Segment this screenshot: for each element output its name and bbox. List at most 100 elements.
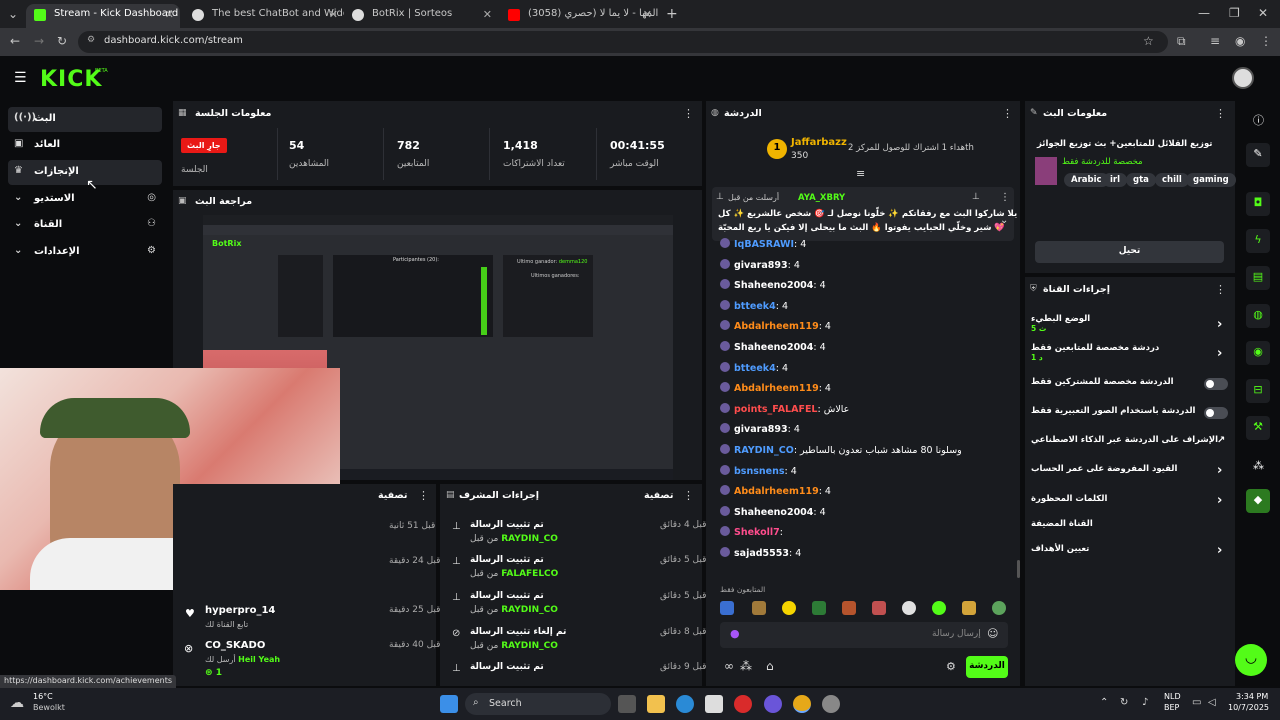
stream-category[interactable]: مخصصة للدردشة فقط: [1062, 157, 1143, 167]
chat-username[interactable]: Shekoll7: [734, 527, 780, 538]
store-icon[interactable]: ⌂: [766, 659, 774, 673]
channel-action-row[interactable]: تعيين الأهداف ›: [1031, 543, 1227, 558]
channel-actions-menu-icon[interactable]: ⋮: [1215, 283, 1226, 296]
tag-irl[interactable]: irl: [1103, 173, 1128, 187]
channel-action-row[interactable]: الكلمات المحظورة ›: [1031, 493, 1227, 508]
weather-icon[interactable]: ☁: [10, 695, 24, 711]
chevron-right-icon[interactable]: ›: [1217, 346, 1222, 361]
tab-search-icon[interactable]: ⌄: [8, 7, 18, 21]
network-icon[interactable]: ▭: [1192, 697, 1201, 708]
mod-user[interactable]: RAYDIN_CO: [501, 534, 558, 544]
back-icon[interactable]: ←: [10, 34, 20, 48]
chat-send-button[interactable]: الدردشة: [966, 656, 1008, 678]
emote-8[interactable]: [932, 601, 946, 615]
toggle-switch[interactable]: [1204, 378, 1228, 390]
chevron-right-icon[interactable]: ›: [1217, 543, 1222, 558]
category-thumbnail[interactable]: [1035, 157, 1057, 185]
lightning-icon[interactable]: ϟ: [1246, 229, 1270, 253]
emote-4[interactable]: [812, 601, 826, 615]
edge-icon[interactable]: [676, 695, 694, 713]
tag-gta[interactable]: gta: [1126, 173, 1156, 187]
camera-icon[interactable]: ◘: [1246, 192, 1270, 216]
chrome-icon[interactable]: [793, 695, 811, 713]
chat-username[interactable]: Shaheeno2004: [734, 507, 813, 518]
chat-username[interactable]: bsnsnens: [734, 466, 785, 477]
chevron-right-icon[interactable]: ›: [1217, 463, 1222, 478]
sidebar-item-revenue[interactable]: ▣ العائد: [8, 133, 162, 158]
microphone-tray-icon[interactable]: ♪: [1142, 697, 1148, 708]
obs-icon[interactable]: [822, 695, 840, 713]
mod-user[interactable]: FALAFELCO: [501, 569, 558, 579]
chat-username[interactable]: points_FALAFEL: [734, 404, 817, 415]
collapse-goal-icon[interactable]: ≡: [856, 167, 865, 180]
chat-input[interactable]: ● إرسال رسالة ☺: [720, 622, 1008, 648]
stream-info-menu-icon[interactable]: ⋮: [1215, 107, 1226, 120]
forward-icon[interactable]: →: [34, 34, 44, 48]
chat-icon[interactable]: ◍: [1246, 304, 1270, 328]
windows-start-icon[interactable]: [440, 695, 458, 713]
file-explorer-icon[interactable]: [647, 695, 665, 713]
store-app-icon[interactable]: [705, 695, 723, 713]
profile-icon[interactable]: ◉: [1235, 34, 1245, 48]
mod-user[interactable]: RAYDIN_CO: [501, 641, 558, 651]
close-tab-icon[interactable]: ✕: [643, 8, 652, 21]
chevron-down-icon[interactable]: ⌄: [1000, 215, 1008, 226]
chevron-right-icon[interactable]: ›: [1217, 493, 1222, 508]
edit-stream-button[interactable]: تحيل: [1035, 241, 1224, 263]
activity-user[interactable]: hyperpro_14: [205, 605, 275, 616]
external-link-icon[interactable]: ↗: [1217, 435, 1225, 446]
more-tools-icon[interactable]: ⁂: [1253, 459, 1264, 472]
reload-icon[interactable]: ↻: [57, 34, 67, 48]
pin-action-icon[interactable]: ⊥: [972, 192, 980, 202]
chat-username[interactable]: Abdalrheem119: [734, 383, 819, 394]
bits-icon[interactable]: ⁂: [740, 659, 752, 673]
tab-youtube[interactable]: (3058) المها - لا يما لا (حصري ✕: [500, 4, 658, 28]
channel-action-row[interactable]: الدردشة مخصصة للمشتركين فقط: [1031, 377, 1228, 390]
chat-username[interactable]: givara893: [734, 260, 788, 271]
chat-username[interactable]: btteek4: [734, 301, 776, 312]
emote-1[interactable]: [720, 601, 734, 615]
emote-3[interactable]: [782, 601, 796, 615]
clock-time[interactable]: 3:34 PM: [1236, 692, 1268, 701]
site-info-icon[interactable]: ⚙: [87, 35, 95, 45]
browser-menu-icon[interactable]: ⋮: [1260, 34, 1272, 48]
channel-action-row[interactable]: القيود المفروضة على عمر الحساب ›: [1031, 463, 1227, 478]
activity-user[interactable]: CO_SKADO: [205, 640, 265, 651]
chevron-right-icon[interactable]: ›: [1217, 317, 1222, 332]
microphone-icon[interactable]: ●: [730, 627, 740, 640]
minimize-icon[interactable]: —: [1198, 6, 1210, 20]
wrench-icon[interactable]: ⚒: [1246, 416, 1270, 440]
sidebar-item-channel[interactable]: ⌄ القناة ⚇: [8, 213, 162, 238]
tab-kick-dashboard[interactable]: Stream - Kick Dashboard ✕: [26, 4, 180, 28]
chat-username[interactable]: Abdalrheem119: [734, 486, 819, 497]
emote-5[interactable]: [842, 601, 856, 615]
tab-botrix-sorteos[interactable]: BotRix | Sorteos ✕: [344, 4, 498, 28]
user-avatar[interactable]: [1232, 67, 1254, 89]
sidebar-item-stream[interactable]: ((·)) البث: [8, 107, 162, 132]
chat-username[interactable]: btteek4: [734, 363, 776, 374]
toggle-switch[interactable]: [1204, 407, 1228, 419]
restore-icon[interactable]: ❐: [1229, 6, 1240, 20]
support-headset-icon[interactable]: ◡: [1235, 644, 1267, 676]
layout-icon[interactable]: ⊟: [1246, 379, 1270, 403]
sidebar-item-achievements[interactable]: ♛ الإنجازات: [8, 160, 162, 185]
activity-menu-icon[interactable]: ⋮: [418, 489, 429, 502]
channel-action-row[interactable]: الإشراف على الدردشة عبر الذكاء الاصطناعي…: [1031, 435, 1227, 446]
emote-2[interactable]: [752, 601, 766, 615]
link-icon[interactable]: ∞: [724, 659, 734, 673]
clock-date[interactable]: 10/7/2025: [1228, 703, 1269, 712]
chat-menu-icon[interactable]: ⋮: [1002, 107, 1013, 120]
broadcast-icon[interactable]: ◉: [1246, 341, 1270, 365]
hamburger-menu-icon[interactable]: ☰: [14, 70, 27, 86]
chat-username[interactable]: IqBASRAWI: [734, 239, 794, 250]
note-icon[interactable]: ▤: [1246, 266, 1270, 290]
emoji-icon[interactable]: ☺: [987, 627, 998, 640]
mod-user[interactable]: RAYDIN_CO: [501, 605, 558, 615]
tray-chevron-icon[interactable]: ⌃: [1100, 697, 1108, 708]
chat-username[interactable]: Shaheeno2004: [734, 280, 813, 291]
sidebar-item-studio[interactable]: ⌄ الاستديو ◎: [8, 187, 162, 212]
extensions-icon[interactable]: ⧉: [1177, 34, 1186, 49]
mod-menu-icon[interactable]: ⋮: [683, 489, 694, 502]
tag-chill[interactable]: chill: [1155, 173, 1189, 187]
pinned-user[interactable]: AYA_XBRY: [798, 193, 845, 203]
